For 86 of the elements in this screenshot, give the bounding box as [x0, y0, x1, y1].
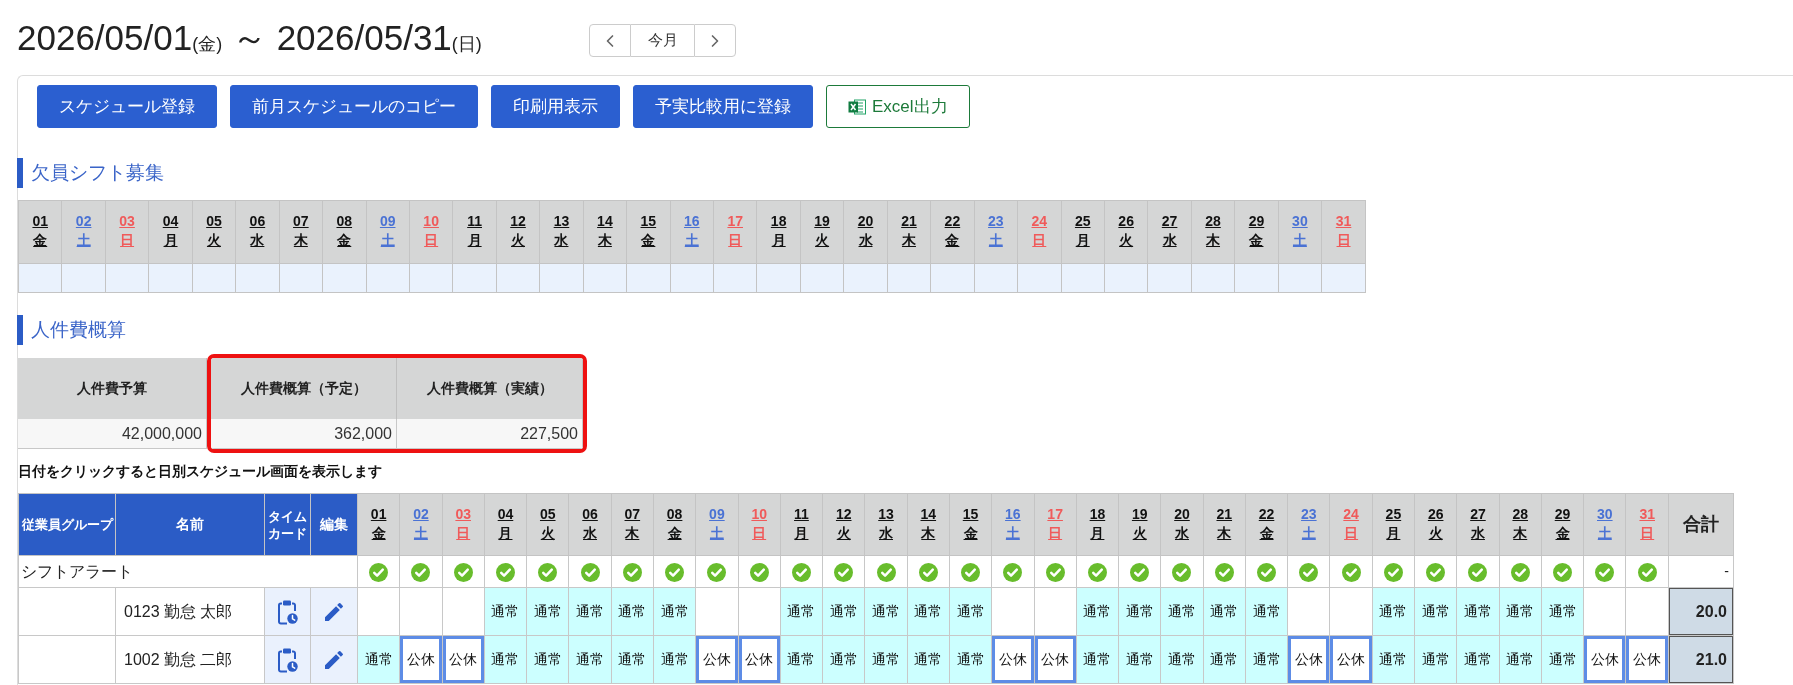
shift-cell[interactable]: 通常	[1245, 587, 1288, 636]
cost-value: 227,500	[397, 419, 583, 449]
shift-cell[interactable]: 通常	[1118, 635, 1161, 684]
column-header: 人件費概算（予定）	[211, 358, 397, 419]
shift-cell[interactable]: 通常	[484, 587, 527, 636]
shift-cell[interactable]: 通常	[653, 635, 696, 684]
shift-cell[interactable]: 通常	[1203, 635, 1246, 684]
shift-cell[interactable]: 通常	[907, 587, 950, 636]
column-header: 従業員グループ	[18, 493, 116, 556]
shift-cell[interactable]: 通常	[1118, 587, 1161, 636]
shift-cell[interactable]: 公休	[442, 635, 485, 684]
shift-cell[interactable]: 通常	[949, 587, 992, 636]
shift-cell[interactable]: 通常	[780, 587, 823, 636]
shift-cell[interactable]: 通常	[611, 587, 654, 636]
shift-cell[interactable]: 通常	[1160, 587, 1204, 636]
shift-cell[interactable]: 公休	[1329, 635, 1373, 684]
shift-cell[interactable]: 通常	[1372, 635, 1415, 684]
shift-cell[interactable]: 通常	[1414, 635, 1457, 684]
shift-cell[interactable]: 通常	[822, 587, 865, 636]
shift-cell[interactable]: 通常	[1499, 587, 1542, 636]
instruction-text: 日付をクリックすると日別スケジュール画面を表示します	[18, 462, 383, 481]
shift-cell[interactable]: 通常	[1076, 635, 1119, 684]
column-header: 編集	[310, 493, 358, 556]
current-month-button[interactable]: 今月	[631, 24, 694, 57]
shift-cell[interactable]: 公休	[1034, 635, 1077, 684]
shift-cell[interactable]: 通常	[1372, 587, 1415, 636]
shift-cell[interactable]: 通常	[780, 635, 823, 684]
section-heading: 人件費概算	[17, 315, 1793, 345]
shift-cell[interactable]: 通常	[1499, 635, 1542, 684]
column-header: 人件費予算	[18, 358, 207, 419]
shift-cell[interactable]: 通常	[1203, 587, 1246, 636]
shift-cell[interactable]: 通常	[568, 587, 612, 636]
shift-cell[interactable]: 公休	[1625, 635, 1669, 684]
timecard-button[interactable]	[265, 588, 310, 635]
edit-button[interactable]	[311, 588, 357, 635]
toolbar-button[interactable]: 印刷用表示	[491, 85, 620, 128]
shift-cell[interactable]: 通常	[357, 635, 400, 684]
shift-cell[interactable]: 通常	[822, 635, 865, 684]
shift-cell[interactable]: 通常	[1456, 587, 1500, 636]
cost-value: 362,000	[211, 419, 397, 449]
shift-cell[interactable]: 通常	[864, 587, 908, 636]
shift-cell[interactable]: 通常	[484, 635, 527, 684]
shift-cell[interactable]: 公休	[738, 635, 781, 684]
edit-button[interactable]	[311, 636, 357, 683]
shift-cell[interactable]: 通常	[653, 587, 696, 636]
shift-cell[interactable]: 公休	[1287, 635, 1330, 684]
column-header: 人件費概算（実績）	[397, 358, 583, 419]
total-cell: -	[1668, 555, 1734, 588]
toolbar-button[interactable]: 予実比較用に登録	[633, 85, 813, 128]
shift-cell[interactable]: 通常	[568, 635, 612, 684]
date-link[interactable]: 11 月	[467, 212, 482, 250]
clipboard-clock-icon	[277, 646, 298, 673]
toolbar-button[interactable]: スケジュール登録	[37, 85, 217, 128]
employee-name: 0123 勤怠 太郎	[115, 587, 265, 636]
shift-cell[interactable]: 通常	[611, 635, 654, 684]
timecard-button[interactable]	[265, 636, 310, 683]
shift-cell[interactable]: 通常	[1541, 587, 1584, 636]
date-range-title: 2026/05/01(金) ～ 2026/05/31(日)	[17, 16, 483, 59]
shift-cell[interactable]: 通常	[1456, 635, 1500, 684]
shift-cell[interactable]: 通常	[1076, 587, 1119, 636]
column-header: 名前	[115, 493, 265, 556]
shift-cell[interactable]: 通常	[1414, 587, 1457, 636]
shift-cell[interactable]: 通常	[1160, 635, 1204, 684]
column-header: 合計	[1668, 493, 1734, 556]
cost-value: 42,000,000	[18, 419, 207, 449]
shift-cell[interactable]: 通常	[949, 635, 992, 684]
section-heading: 欠員シフト募集	[17, 158, 1793, 188]
clipboard-clock-icon	[277, 598, 298, 625]
employee-name: 1002 勤怠 二郎	[115, 635, 265, 684]
shift-cell[interactable]: 通常	[526, 635, 569, 684]
shift-cell[interactable]: 公休	[399, 635, 443, 684]
shift-cell[interactable]: 通常	[1541, 635, 1584, 684]
shift-cell[interactable]: 公休	[1583, 635, 1626, 684]
toolbar-button[interactable]: 前月スケジュールのコピー	[230, 85, 478, 128]
column-header: タイムカード	[264, 493, 311, 556]
total-cell: 21.0	[1668, 635, 1734, 684]
shift-cell[interactable]: 通常	[526, 587, 569, 636]
excel-export-button[interactable]: Excel出力	[826, 85, 970, 128]
spreadsheet-icon	[848, 97, 866, 116]
total-cell: 20.0	[1668, 587, 1734, 636]
alert-label: シフトアラート	[18, 555, 358, 588]
shift-cell[interactable]: 公休	[695, 635, 739, 684]
shift-cell[interactable]: 公休	[991, 635, 1034, 684]
shift-cell[interactable]: 通常	[864, 635, 908, 684]
shift-cell[interactable]: 通常	[1245, 635, 1288, 684]
shift-cell[interactable]: 通常	[907, 635, 950, 684]
